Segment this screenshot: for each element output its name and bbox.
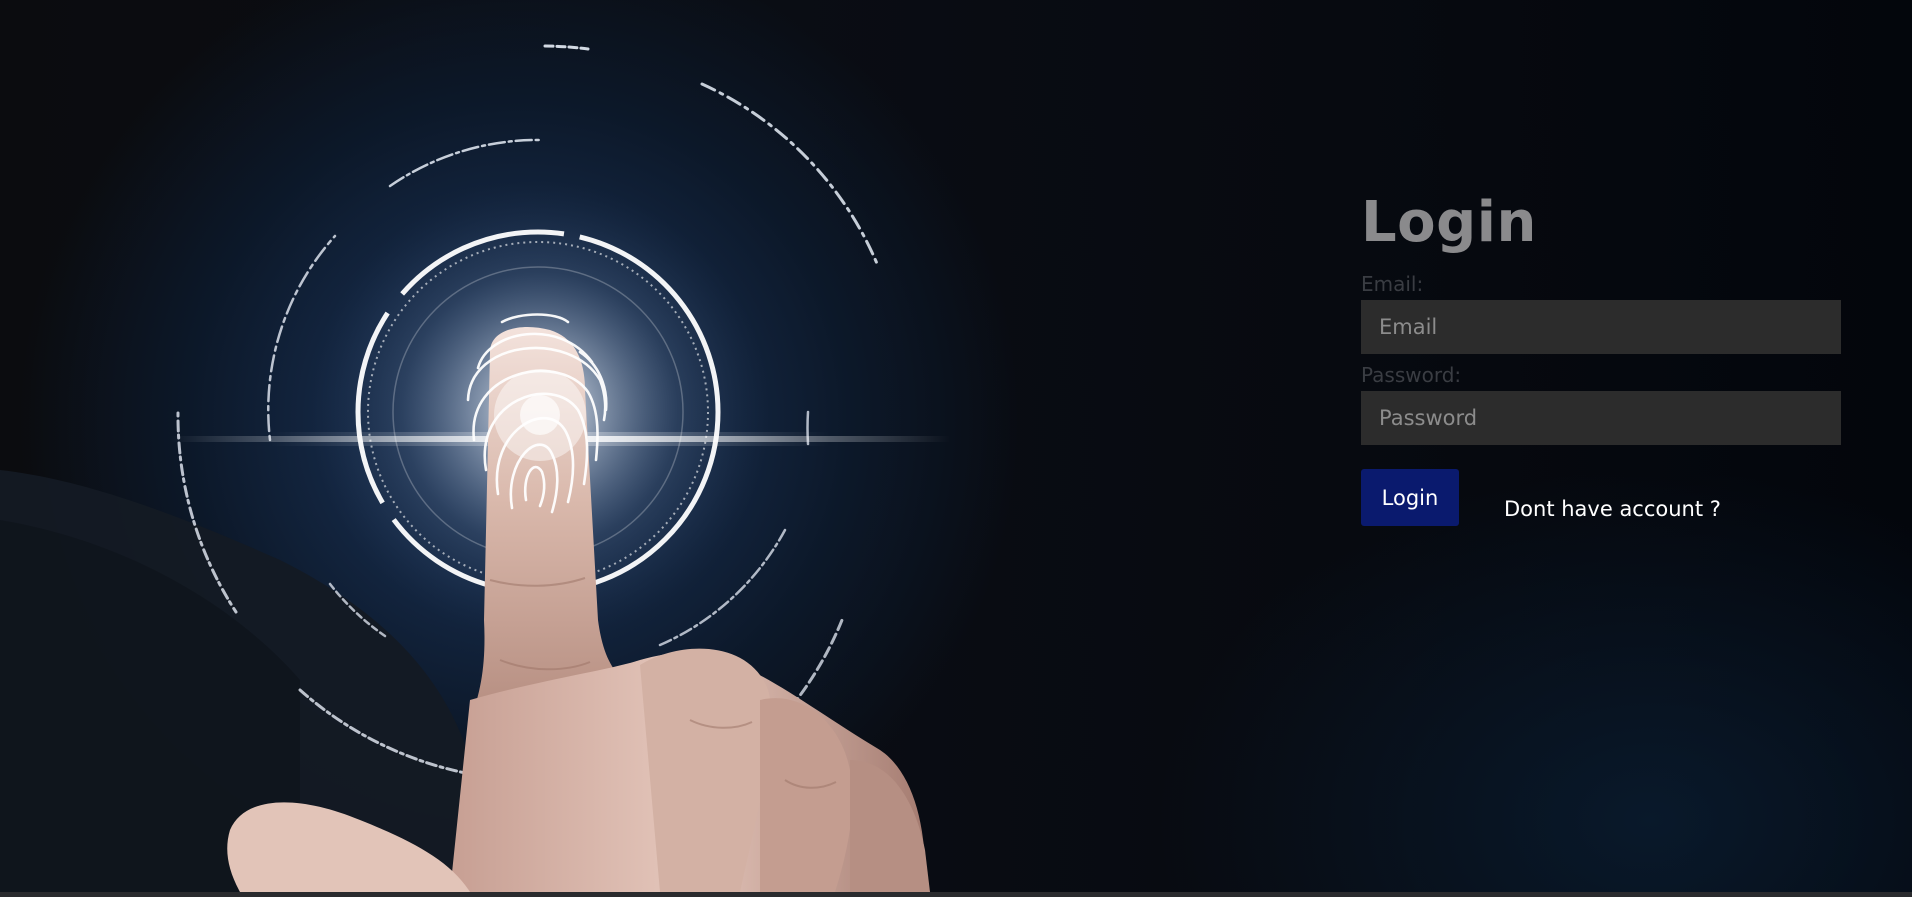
login-button[interactable]: Login [1361, 469, 1459, 526]
email-label: Email: [1361, 272, 1424, 296]
email-field[interactable] [1361, 300, 1841, 354]
password-field[interactable] [1361, 391, 1841, 445]
form-actions: Login Dont have account ? [1361, 469, 1841, 529]
login-page: Login Email: Password: Login Dont have a… [0, 0, 1912, 897]
bottom-divider [0, 892, 1912, 897]
login-form: Login Email: Password: Login Dont have a… [1361, 186, 1841, 529]
signup-link[interactable]: Dont have account ? [1504, 497, 1721, 521]
login-title: Login [1361, 190, 1537, 255]
fingerprint-hand-illustration [0, 44, 950, 892]
password-label: Password: [1361, 363, 1462, 387]
